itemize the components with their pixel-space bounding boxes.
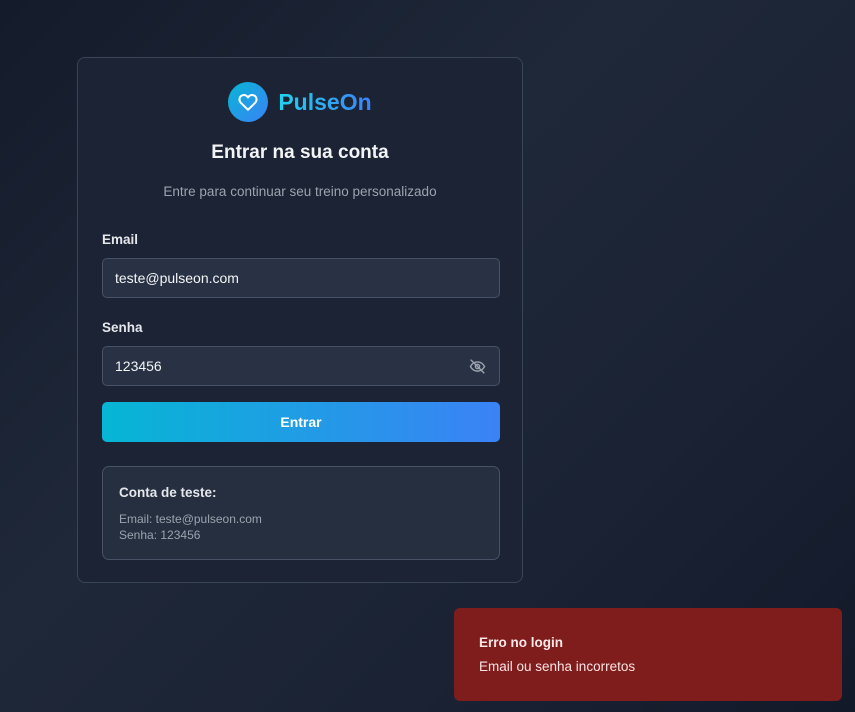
brand: PulseOn bbox=[78, 82, 522, 122]
error-toast[interactable]: Erro no login Email ou senha incorretos bbox=[454, 608, 842, 701]
email-label: Email bbox=[102, 232, 139, 247]
page-subtitle: Entre para continuar seu treino personal… bbox=[163, 184, 437, 199]
login-button[interactable]: Entrar bbox=[102, 402, 500, 442]
test-account-title: Conta de teste: bbox=[119, 485, 217, 500]
test-account-box: Conta de teste: Email: teste@pulseon.com… bbox=[102, 466, 500, 560]
eye-off-icon[interactable] bbox=[467, 356, 487, 376]
password-field[interactable]: 123456 bbox=[102, 346, 500, 386]
brand-name: PulseOn bbox=[278, 88, 372, 115]
test-account-email: Email: teste@pulseon.com bbox=[119, 512, 262, 526]
toast-message: Email ou senha incorretos bbox=[479, 659, 636, 674]
test-account-password: Senha: 123456 bbox=[119, 528, 201, 542]
login-card: PulseOn Entrar na sua conta Entre para c… bbox=[77, 57, 523, 583]
password-label: Senha bbox=[102, 320, 143, 335]
email-value: teste@pulseon.com bbox=[115, 270, 239, 286]
toast-title: Erro no login bbox=[479, 635, 563, 650]
email-field[interactable]: teste@pulseon.com bbox=[102, 258, 500, 298]
heart-icon bbox=[228, 82, 269, 122]
password-value: 123456 bbox=[115, 358, 162, 374]
page-title: Entrar na sua conta bbox=[211, 142, 389, 163]
